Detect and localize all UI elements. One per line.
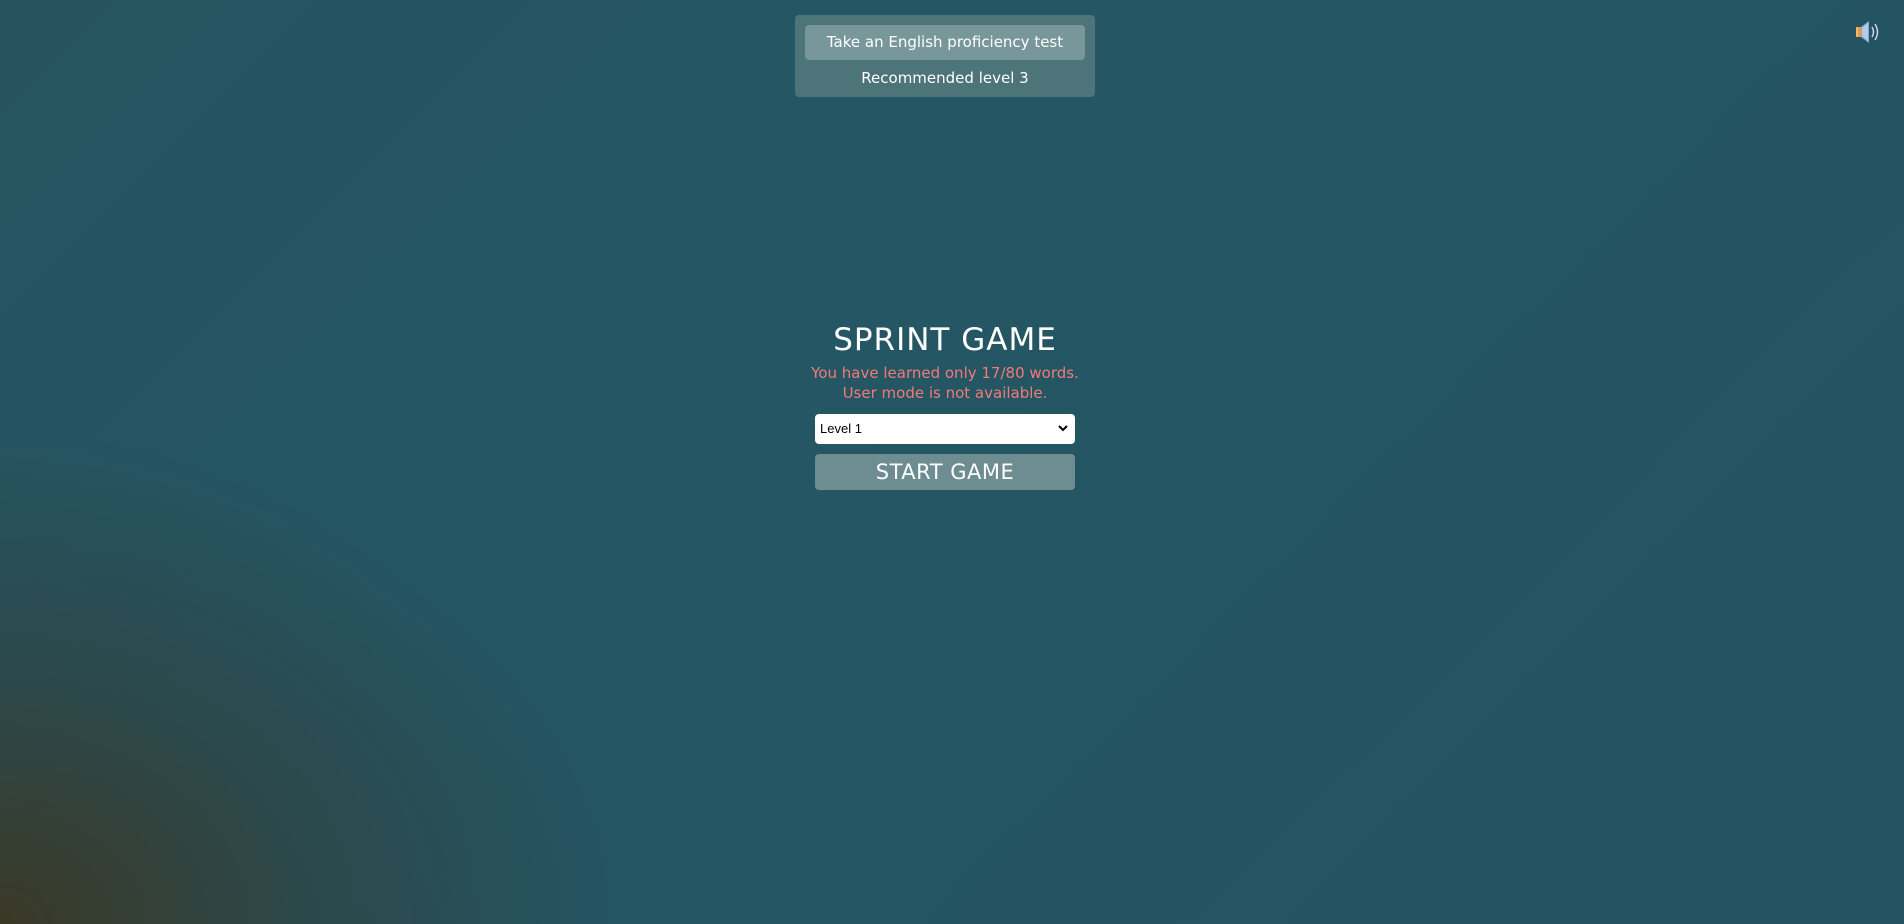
start-game-button[interactable]: START GAME [815, 454, 1075, 490]
words-learned-warning: You have learned only 17/80 words. [811, 364, 1079, 382]
game-title: SPRINT GAME [833, 322, 1057, 358]
take-test-button[interactable]: Take an English proficiency test [805, 25, 1085, 60]
user-mode-warning: User mode is not available. [842, 384, 1048, 402]
level-select[interactable]: Level 1 [815, 414, 1075, 444]
recommended-level-text: Recommended level 3 [861, 69, 1029, 87]
level-select-value: Level 1 [820, 421, 862, 436]
speaker-icon[interactable] [1853, 17, 1883, 47]
chevron-down-icon [1056, 421, 1070, 435]
proficiency-panel: Take an English proficiency test Recomme… [795, 15, 1095, 97]
